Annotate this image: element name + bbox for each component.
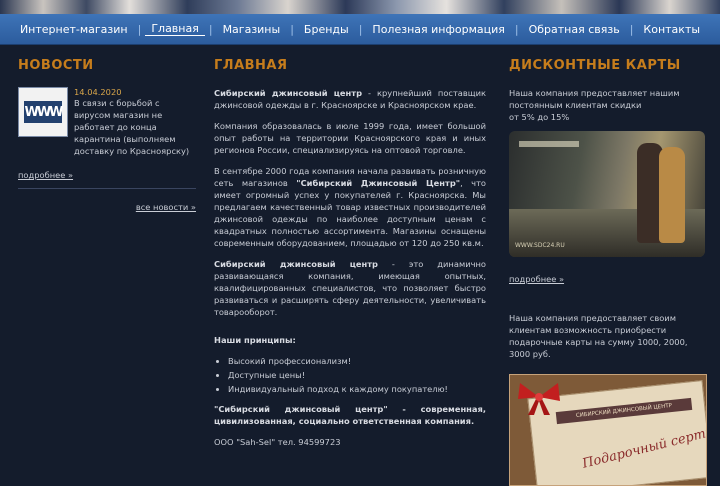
list-item: Высокий профессионализм! [228,355,486,367]
photo-figure [659,147,685,243]
gift-certificate-image[interactable]: СИБИРСКИЙ ДЖИНСОВЫЙ ЦЕНТР Подарочный сер… [509,374,707,486]
news-item: WWW 14.04.2020 В связи с борьбой с вирус… [18,87,196,157]
news-title: НОВОСТИ [18,58,94,73]
principles-title: Наши принципы: [214,335,296,345]
nav-item-brands[interactable]: Бренды [298,23,355,36]
list-item: Доступные цены! [228,369,486,381]
photo-caption: WWW.SDC24.RU [515,242,565,249]
news-more-link[interactable]: подробнее » [18,170,73,180]
ribbon-bow-icon [518,383,560,415]
divider [18,188,196,189]
retail-text-b: , что имеет огромный успех у покупателей… [214,178,486,248]
cards-more-link[interactable]: подробнее » [509,274,564,284]
nav-separator: | [514,22,519,36]
nav-separator: | [629,22,634,36]
page-title: ГЛАВНАЯ [214,58,288,73]
photo-light [519,141,579,147]
nav-item-feedback[interactable]: Обратная связь [523,23,626,36]
cards-column: ДИСКОНТНЫЕ КАРТЫ Наша компания предостав… [509,58,709,486]
nav-item-stores[interactable]: Магазины [217,23,287,36]
nav-separator: | [358,22,363,36]
history-paragraph: Компания образовалась в июле 1999 года, … [214,121,486,155]
news-text: В связи с борьбой с вирусом магазин не р… [74,98,190,156]
nav-separator: | [290,22,294,36]
nav-separator: | [137,22,142,36]
cards-title: ДИСКОНТНЫЕ КАРТЫ [509,58,681,73]
company-name: Сибирский джинсовый центр [214,88,363,98]
all-news-link[interactable]: все новости » [136,202,196,212]
www-logo-icon: WWW [24,101,64,123]
top-banner-photo [0,0,720,14]
cards-discount-range: от 5% до 15% [509,112,570,122]
gift-cards-text: Наша компания предоставляет своим клиент… [509,313,688,359]
closing-statement: "Сибирский джинсовый центр" - современна… [214,404,486,426]
main-nav: Интернет-магазин | Главная | Магазины | … [0,14,720,45]
footer-line: ООО "Sah-Sel" тел. 94599723 [214,437,341,447]
principles-list: Высокий профессионализм! Доступные цены!… [214,355,486,395]
retail-paragraph: В сентябре 2000 года компания начала раз… [214,165,486,249]
news-column: НОВОСТИ WWW 14.04.2020 В связи с борьбой… [18,58,196,214]
dynamics-paragraph: Сибирский джинсовый центр - это динамичн… [214,258,486,318]
nav-item-home[interactable]: Главная [145,22,205,36]
main-column: ГЛАВНАЯ Сибирский джинсовый центр - круп… [214,58,486,457]
news-thumbnail[interactable]: WWW [18,87,68,137]
company-name-2: Сибирский джинсовый центр [214,259,378,269]
nav-item-info[interactable]: Полезная информация [366,23,510,36]
list-item: Индивидуальный подход к каждому покупате… [228,383,486,395]
cards-text: Наша компания предоставляет нашим постоя… [509,88,680,110]
discount-card-photo[interactable]: WWW.SDC24.RU [509,131,705,257]
store-network-name: "Сибирский Джинсовый Центр" [296,178,461,188]
news-date: 14.04.2020 [74,87,122,97]
nav-item-shop[interactable]: Интернет-магазин [14,23,134,36]
nav-item-contacts[interactable]: Контакты [637,23,706,36]
nav-separator: | [208,22,213,36]
intro-paragraph: Сибирский джинсовый центр - крупнейший п… [214,87,486,111]
